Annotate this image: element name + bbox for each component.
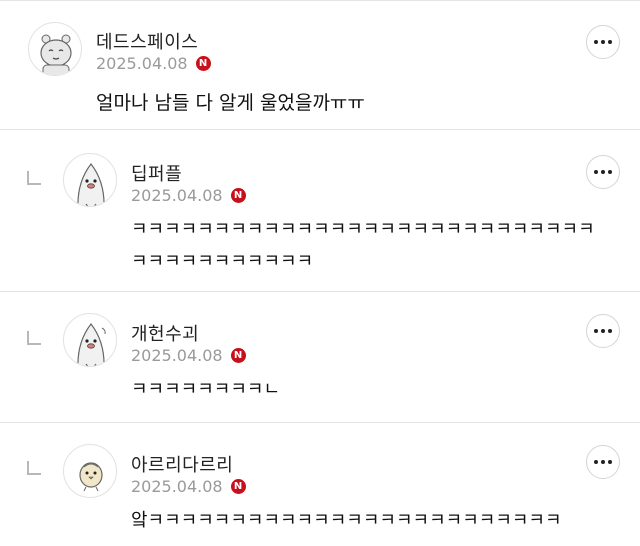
chick-avatar-icon — [79, 462, 103, 492]
penguin-avatar-icon — [77, 163, 105, 206]
reply-text: ㅋㅋㅋㅋㅋㅋㅋㅋㅋㅋㅋㅋㅋㅋㅋㅋㅋㅋㅋㅋㅋㅋㅋㅋㅋㅋㅋㅋㅋㅋㅋㅋㅋㅋㅋㅋㅋㅋㅋ — [131, 219, 595, 272]
reply-date: 2025.04.08 — [131, 346, 223, 365]
reply-meta: 2025.04.08 N — [131, 186, 246, 205]
more-options-button[interactable] — [586, 314, 620, 348]
reply-nickname[interactable]: 딥퍼플 — [131, 160, 182, 186]
reply-date: 2025.04.08 — [131, 477, 223, 496]
more-options-button[interactable] — [586, 155, 620, 189]
reply-item: 아르리다르리 2025.04.08 N 앜ㅋㅋㅋㅋㅋㅋㅋㅋㅋㅋㅋㅋㅋㅋㅋㅋㅋㅋㅋ… — [0, 423, 640, 546]
reply-meta: 2025.04.08 N — [131, 346, 246, 365]
reply-text: ㅋㅋㅋㅋㅋㅋㅋㅋㄴ — [131, 379, 281, 400]
new-badge-icon: N — [230, 348, 246, 363]
comment-text: 얼마나 남들 다 알게 울었을까ㅠㅠ — [96, 92, 365, 114]
comment-nickname[interactable]: 데드스페이스 — [96, 28, 198, 54]
ellipsis-icon — [587, 315, 619, 347]
reply-item: 딥퍼플 2025.04.08 N ㅋㅋㅋㅋㅋㅋㅋㅋㅋㅋㅋㅋㅋㅋㅋㅋㅋㅋㅋㅋㅋㅋㅋ… — [0, 130, 640, 292]
reply-date: 2025.04.08 — [131, 186, 223, 205]
new-badge-icon: N — [230, 188, 246, 203]
penguin-avatar[interactable] — [63, 153, 117, 207]
ellipsis-icon — [587, 156, 619, 188]
ellipsis-icon — [587, 26, 619, 58]
reply-meta: 2025.04.08 N — [131, 477, 246, 496]
reply-nickname[interactable]: 개헌수괴 — [131, 320, 199, 346]
ellipsis-icon — [587, 446, 619, 478]
reply-arrow-icon — [27, 461, 41, 475]
comment-date: 2025.04.08 — [96, 54, 188, 73]
chick-avatar[interactable] — [63, 444, 117, 498]
comment-meta: 2025.04.08 N — [96, 54, 211, 73]
bear-face-avatar-icon — [40, 34, 72, 75]
reply-arrow-icon — [27, 171, 41, 185]
comment-item: 데드스페이스 2025.04.08 N 얼마나 남들 다 알게 울었을까ㅠㅠ — [0, 1, 640, 130]
more-options-button[interactable] — [586, 445, 620, 479]
reply-arrow-icon — [27, 331, 41, 345]
reply-nickname[interactable]: 아르리다르리 — [131, 451, 233, 477]
new-badge-icon: N — [230, 479, 246, 494]
more-options-button[interactable] — [586, 25, 620, 59]
bear-face-avatar[interactable] — [28, 22, 82, 76]
penguin-avatar[interactable] — [63, 313, 117, 367]
reply-text: 앜ㅋㅋㅋㅋㅋㅋㅋㅋㅋㅋㅋㅋㅋㅋㅋㅋㅋㅋㅋㅋㅋㅋㅋㅋㅋ — [131, 510, 562, 531]
reply-item: 개헌수괴 2025.04.08 N ㅋㅋㅋㅋㅋㅋㅋㅋㄴ — [0, 292, 640, 423]
penguin-avatar-icon — [77, 323, 106, 366]
new-badge-icon: N — [195, 56, 211, 71]
